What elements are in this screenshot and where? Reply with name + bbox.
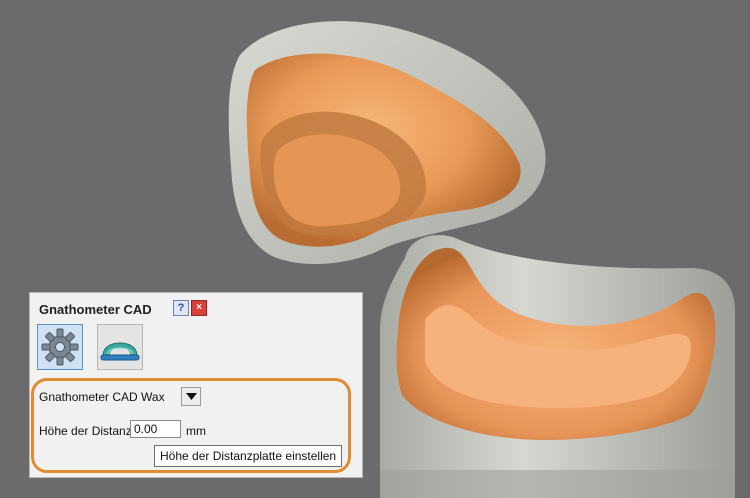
gear-icon <box>41 328 79 366</box>
panel-titlebar: Gnathometer CAD ? × <box>30 293 362 323</box>
panel-title: Gnathometer CAD <box>39 302 152 317</box>
mode-combo-dropdown-button[interactable] <box>181 387 201 406</box>
height-field-input[interactable] <box>130 420 181 438</box>
arch-mode-button[interactable] <box>97 324 143 370</box>
height-field-label: Höhe der Distanzplatte <box>39 424 130 438</box>
lower-jaw-model <box>380 235 735 498</box>
upper-jaw-model <box>228 21 546 265</box>
help-button[interactable]: ? <box>173 300 189 316</box>
height-field-unit: mm <box>186 424 206 438</box>
chevron-down-icon <box>186 393 197 400</box>
gear-mode-button[interactable] <box>37 324 83 370</box>
arch-icon <box>100 342 140 361</box>
height-field-tooltip: Höhe der Distanzplatte einstellen <box>154 445 343 467</box>
close-button[interactable]: × <box>191 300 207 316</box>
mode-combo-value[interactable]: Gnathometer CAD Wax <box>39 390 165 404</box>
